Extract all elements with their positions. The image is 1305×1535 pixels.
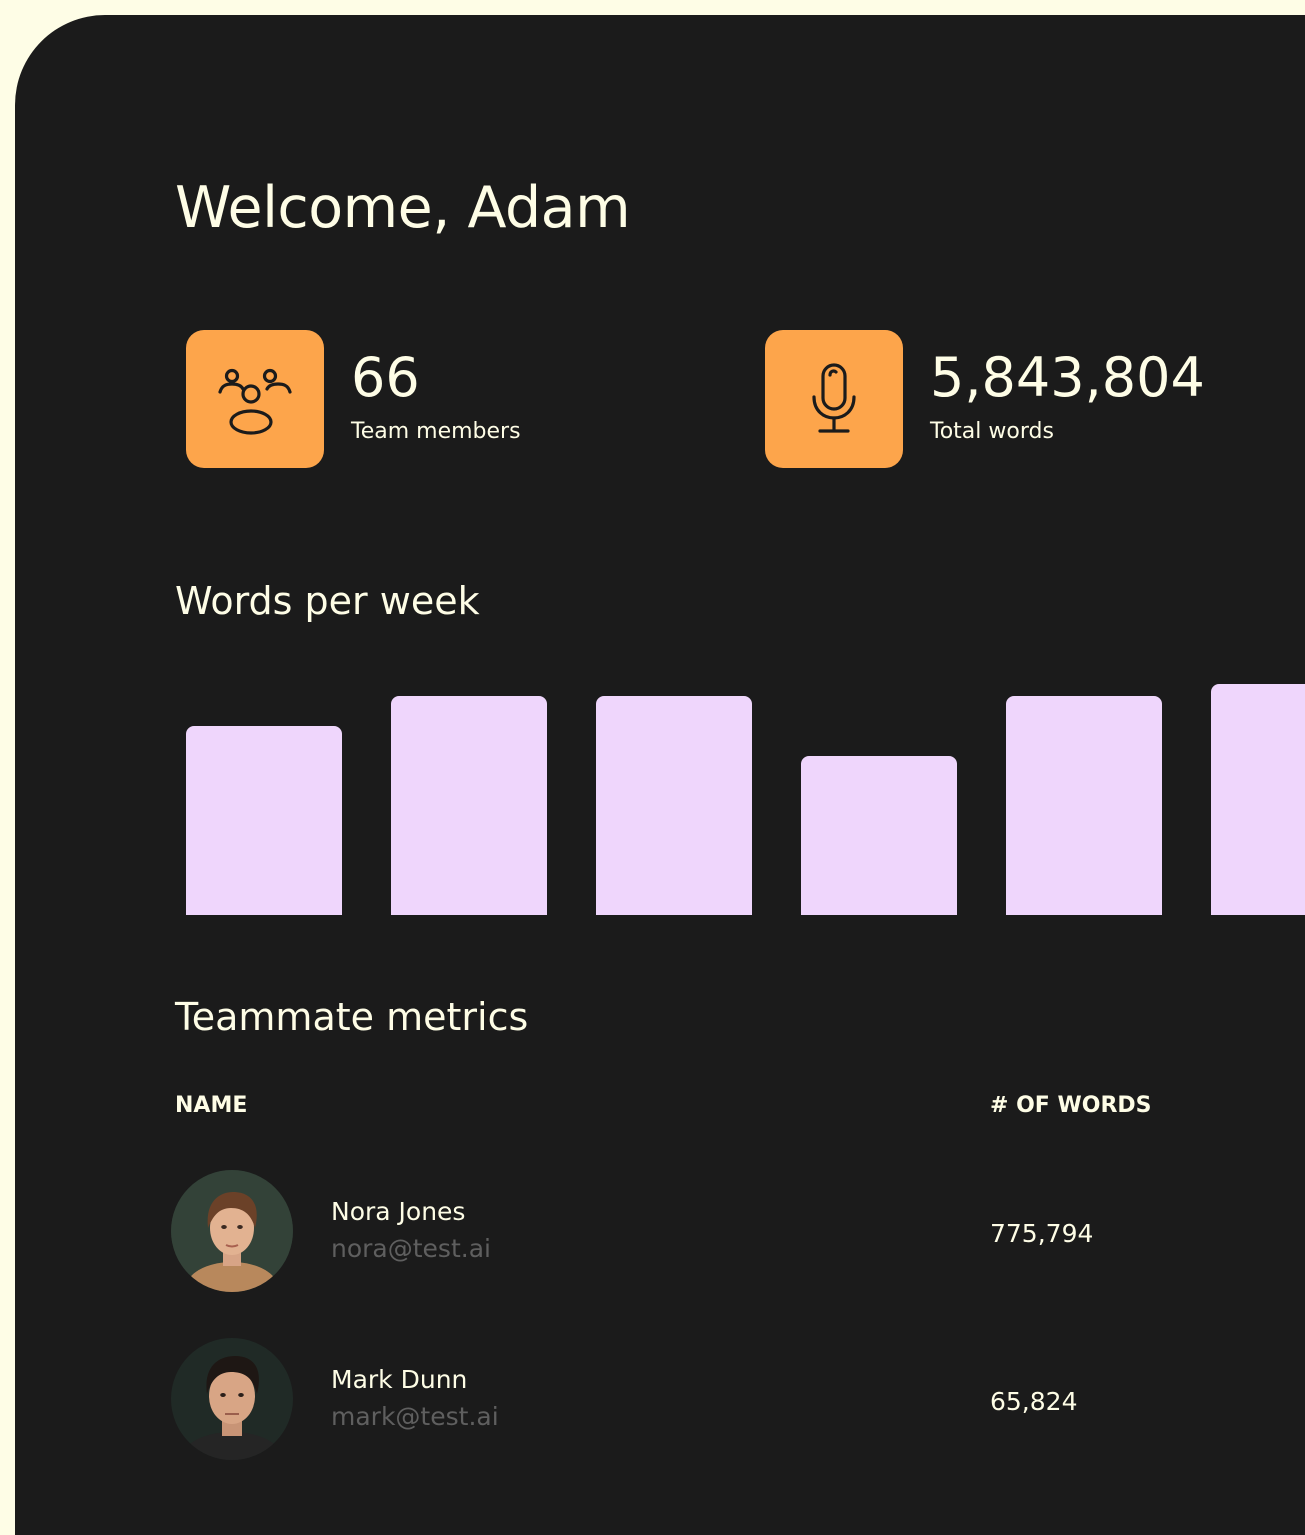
table-row[interactable]: Mark Dunn mark@test.ai 65,824 bbox=[15, 1338, 1305, 1462]
chart-bar[interactable] bbox=[1006, 696, 1162, 915]
team-members-tile bbox=[186, 330, 324, 468]
total-words-value: 5,843,804 bbox=[930, 346, 1205, 409]
chart-bar[interactable] bbox=[391, 696, 547, 915]
metrics-title: Teammate metrics bbox=[175, 995, 529, 1039]
member-word-count: 775,794 bbox=[990, 1219, 1094, 1248]
member-name: Nora Jones bbox=[331, 1197, 466, 1226]
team-members-icon bbox=[218, 368, 292, 435]
words-column-header[interactable]: # OF WORDS bbox=[990, 1095, 1152, 1117]
avatar bbox=[171, 1338, 293, 1460]
chart-bar[interactable] bbox=[801, 756, 957, 915]
team-members-value: 66 bbox=[351, 346, 420, 409]
chart-bar[interactable] bbox=[596, 696, 752, 915]
microphone-icon bbox=[812, 363, 856, 433]
avatar bbox=[171, 1170, 293, 1292]
member-email: mark@test.ai bbox=[331, 1402, 499, 1431]
name-column-header[interactable]: NAME bbox=[175, 1095, 247, 1117]
chart-bar[interactable] bbox=[186, 726, 342, 915]
chart-title: Words per week bbox=[175, 579, 480, 623]
chart-bar[interactable] bbox=[1211, 684, 1305, 915]
team-members-label: Team members bbox=[351, 419, 521, 444]
table-row[interactable]: Nora Jones nora@test.ai 775,794 bbox=[15, 1170, 1305, 1294]
member-name: Mark Dunn bbox=[331, 1365, 468, 1394]
member-email: nora@test.ai bbox=[331, 1234, 491, 1263]
total-words-tile bbox=[765, 330, 903, 468]
member-word-count: 65,824 bbox=[990, 1387, 1078, 1416]
total-words-label: Total words bbox=[930, 419, 1054, 444]
page-title: Welcome, Adam bbox=[175, 175, 631, 241]
dashboard-panel: Welcome, Adam 66 Team members 5,843,804 … bbox=[15, 15, 1305, 1535]
